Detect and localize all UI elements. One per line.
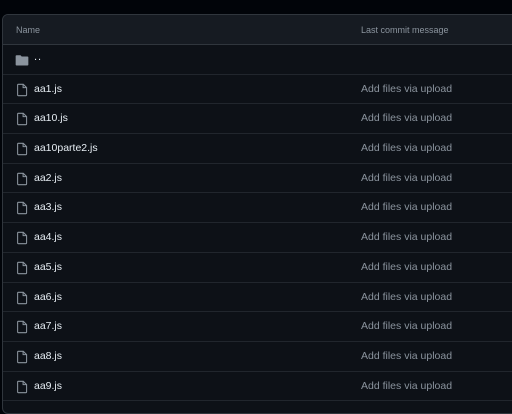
file-row[interactable]: aa2.js Add files via upload xyxy=(3,164,512,194)
file-icon xyxy=(17,113,28,126)
file-icon xyxy=(17,231,28,245)
commit-message-link[interactable]: Add files via upload xyxy=(361,261,452,273)
file-name-link[interactable]: aa4.js xyxy=(34,231,62,243)
file-name-link[interactable]: aa10parte2.js xyxy=(34,142,98,154)
name-column-header: Name xyxy=(16,25,41,35)
commit-message-link[interactable]: Add files via upload xyxy=(361,83,452,95)
top-strip xyxy=(0,0,512,8)
file-row[interactable]: aa1.js Add files via upload xyxy=(3,75,512,105)
file-icon xyxy=(17,142,28,156)
file-name-link[interactable]: aa3.js xyxy=(34,201,62,213)
file-icon xyxy=(17,83,28,96)
commit-message-link[interactable]: Add files via upload xyxy=(361,142,452,154)
file-row[interactable]: aa7.js Add files via upload xyxy=(3,312,512,342)
page: Name Last commit message .. aa1.js Add fi… xyxy=(0,0,512,414)
file-row[interactable]: aa8.js Add files via upload xyxy=(3,342,512,372)
commit-message-link[interactable]: Add files via upload xyxy=(361,172,452,184)
file-icon xyxy=(17,261,28,275)
file-row[interactable]: aa3.js Add files via upload xyxy=(3,193,512,224)
commit-message-link[interactable]: Add files via upload xyxy=(361,350,452,362)
file-table: Name Last commit message .. aa1.js Add fi… xyxy=(2,14,512,414)
file-name-link[interactable]: aa5.js xyxy=(34,261,62,273)
parent-directory-row[interactable]: .. xyxy=(3,45,512,75)
file-name-link[interactable]: aa7.js xyxy=(34,320,62,332)
file-row[interactable]: aa9.js Add files via upload xyxy=(3,372,512,402)
file-row[interactable]: aa4.js Add files via upload xyxy=(3,223,512,253)
file-name-link[interactable]: aa2.js xyxy=(34,172,62,184)
file-row[interactable]: aa10parte2.js Add files via upload xyxy=(3,134,512,164)
commit-message-link[interactable]: Add files via upload xyxy=(361,380,452,392)
file-name-link[interactable]: aa9.js xyxy=(34,380,62,392)
folder-icon xyxy=(15,55,29,66)
parent-directory-link[interactable]: .. xyxy=(34,51,42,63)
file-name-link[interactable]: aa8.js xyxy=(34,350,62,362)
commit-message-column-header: Last commit message xyxy=(361,25,449,35)
file-name-link[interactable]: aa10.js xyxy=(34,112,68,124)
file-icon xyxy=(17,291,28,304)
file-icon xyxy=(17,202,28,215)
file-icon xyxy=(17,172,28,185)
file-row[interactable]: aa6.js Add files via upload xyxy=(3,283,512,313)
commit-message-link[interactable]: Add files via upload xyxy=(361,291,452,303)
file-list: aa1.js Add files via upload aa10.js Add fil… xyxy=(3,75,512,402)
file-name-link[interactable]: aa1.js xyxy=(34,83,62,95)
file-row[interactable]: aa10.js Add files via upload xyxy=(3,104,512,135)
commit-message-link[interactable]: Add files via upload xyxy=(361,112,452,124)
commit-message-link[interactable]: Add files via upload xyxy=(361,320,452,332)
file-icon xyxy=(17,380,28,393)
file-row[interactable]: aa5.js Add files via upload xyxy=(3,253,512,283)
file-icon xyxy=(17,320,28,334)
file-name-link[interactable]: aa6.js xyxy=(34,291,62,303)
file-icon xyxy=(17,350,28,364)
table-header: Name Last commit message xyxy=(3,15,512,45)
commit-message-link[interactable]: Add files via upload xyxy=(361,231,452,243)
commit-message-link[interactable]: Add files via upload xyxy=(361,201,452,213)
